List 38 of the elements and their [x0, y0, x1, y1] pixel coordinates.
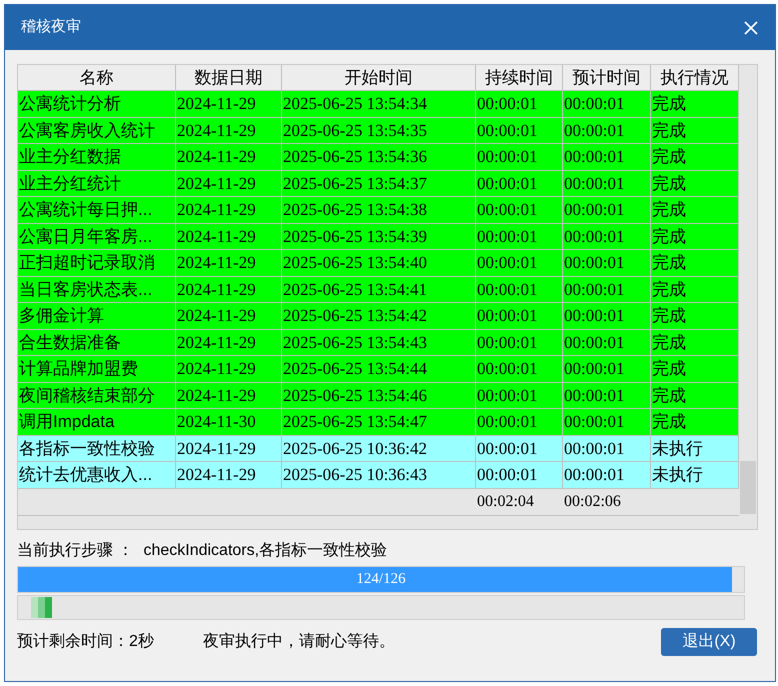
- table-row[interactable]: 各指标一致性校验 2024-11-29 2025-06-25 10:36:42 00:00:01 00:00:01 未执行: [18, 436, 739, 462]
- column-header[interactable]: 持续时间: [476, 65, 563, 91]
- window-title: 稽核夜审: [21, 17, 81, 38]
- table-cell: 统计去优惠收入...: [18, 462, 176, 488]
- marquee-icon: [31, 597, 52, 618]
- table-row[interactable]: 调用Impdata 2024-11-30 2025-06-25 13:54:47 00:00:01 00:00:01 完成: [18, 409, 739, 436]
- exit-button[interactable]: 退出(X): [661, 628, 757, 656]
- table-row[interactable]: 夜间稽核结束部分 2024-11-29 2025-06-25 13:54:46 00:00:01 00:00:01 完成: [18, 382, 739, 409]
- scrollbar-thumb[interactable]: [740, 461, 756, 514]
- progress-text: 124/126: [355, 570, 407, 590]
- table-row[interactable]: 合生数据准备 2024-11-29 2025-06-25 13:54:43 00:00:01 00:00:01 完成: [18, 330, 739, 356]
- table-row[interactable]: 业主分红统计 2024-11-29 2025-06-25 13:54:37 00:00:01 00:00:01 完成: [18, 170, 739, 197]
- table-cell: 00:00:01: [476, 462, 563, 488]
- column-header[interactable]: 执行情况: [651, 65, 739, 91]
- table-row[interactable]: 公寓日月年客房... 2024-11-29 2025-06-25 13:54:39 00:00:01 00:00:01 完成: [18, 224, 739, 250]
- table-cell: 2025-06-25 10:36:43: [282, 462, 476, 488]
- total-cell-text: 00:02:04: [477, 492, 534, 512]
- table-row[interactable]: 业主分红数据 2024-11-29 2025-06-25 13:54:36 00:00:01 00:00:01 完成: [18, 144, 739, 170]
- table-row[interactable]: 当日客房状态表... 2024-11-29 2025-06-25 13:54:41 00:00:01 00:00:01 完成: [18, 276, 739, 303]
- column-header[interactable]: 预计时间: [563, 65, 651, 91]
- table-cell: 2024-11-29: [176, 462, 282, 488]
- step-value: checkIndicators,各指标一致性校验: [143, 541, 388, 561]
- column-header[interactable]: 名称: [18, 65, 176, 91]
- step-label: 当前执行步骤 ：: [17, 540, 134, 561]
- table-row[interactable]: 正扫超时记录取消 2024-11-29 2025-06-25 13:54:40 00:00:01 00:00:01 完成: [18, 250, 739, 276]
- table-row[interactable]: 多佣金计算 2024-11-29 2025-06-25 13:54:42 00:00:01 00:00:01 完成: [18, 303, 739, 330]
- table-row[interactable]: 公寓客房收入统计 2024-11-29 2025-06-25 13:54:35 00:00:01 00:00:01 完成: [18, 118, 739, 144]
- table-row[interactable]: 计算品牌加盟费 2024-11-29 2025-06-25 13:54:44 00:00:01 00:00:01 完成: [18, 356, 739, 382]
- close-icon[interactable]: [743, 20, 759, 36]
- remaining-time: 预计剩余时间：2秒: [17, 632, 155, 652]
- column-header[interactable]: 数据日期: [176, 65, 282, 91]
- total-cell-text: 00:02:06: [564, 492, 621, 512]
- table-row[interactable]: 公寓统计每日押... 2024-11-29 2025-06-25 13:54:38 00:00:01 00:00:01 完成: [18, 197, 739, 224]
- status-message: 夜审执行中，请耐心等待。: [203, 632, 396, 652]
- column-header[interactable]: 开始时间: [282, 65, 476, 91]
- table-cell: 00:00:01: [563, 462, 651, 488]
- table-row[interactable]: 公寓统计分析 2024-11-29 2025-06-25 13:54:34 00:00:01 00:00:01 完成: [18, 91, 739, 118]
- table-row[interactable]: 统计去优惠收入... 2024-11-29 2025-06-25 10:36:43 00:00:01 00:00:01 未执行: [18, 462, 739, 488]
